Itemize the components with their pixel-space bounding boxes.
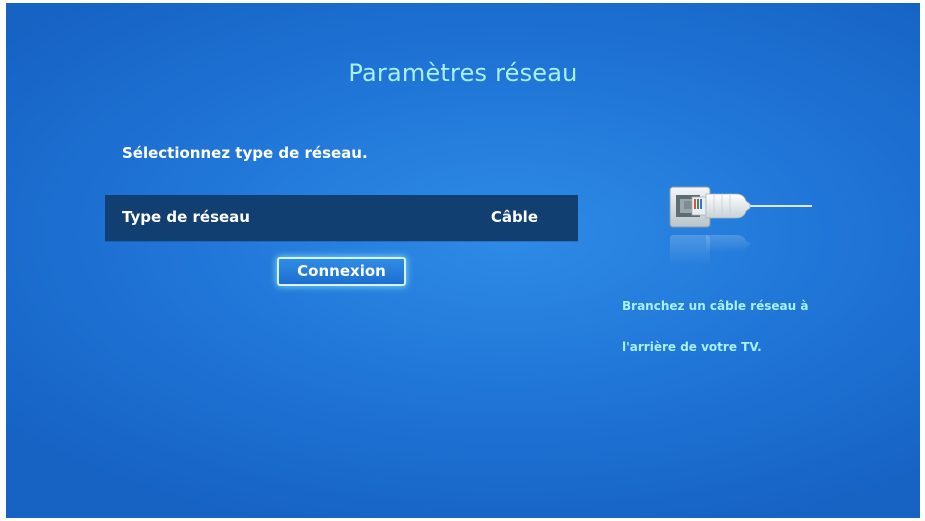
network-type-row[interactable]: Type de réseau Câble [105,195,578,241]
network-type-prompt: Sélectionnez type de réseau. [122,144,368,162]
network-type-label: Type de réseau [122,208,250,226]
hint-line-2: l'arrière de votre TV. [622,340,762,354]
hint-line-1: Branchez un câble réseau à [622,299,809,313]
connect-button[interactable]: Connexion [277,257,406,286]
ethernet-cable-icon [669,186,812,265]
network-type-value: Câble [490,208,538,226]
page-title: Paramètres réseau [348,59,578,87]
tv-screen: Paramètres réseau Sélectionnez type de r… [6,3,920,518]
